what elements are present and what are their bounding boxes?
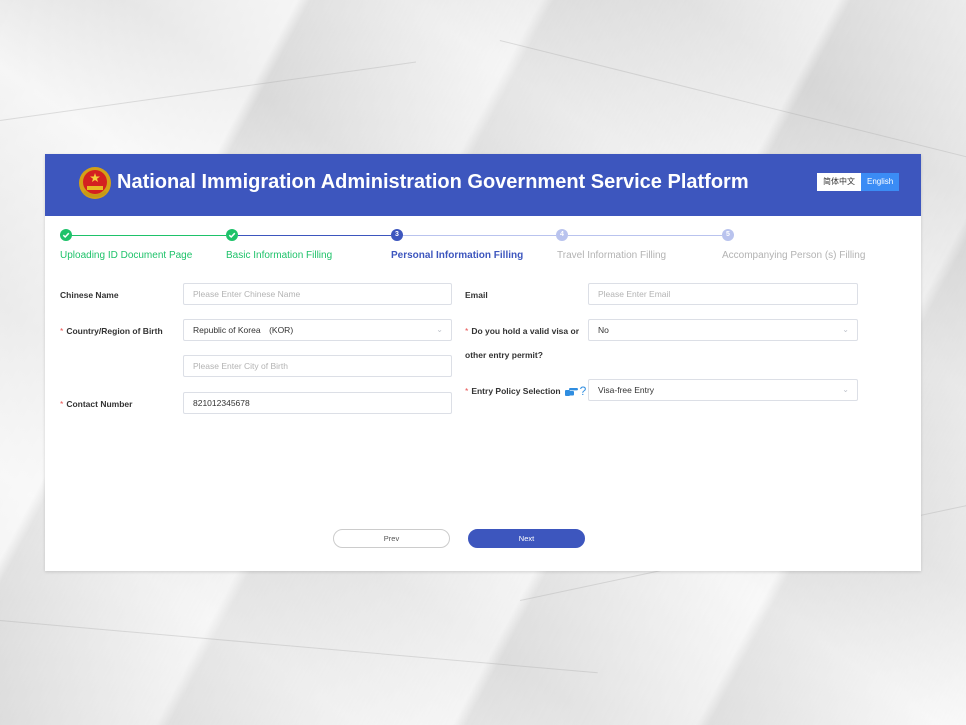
step-label-personal: Personal Information Filling bbox=[391, 250, 524, 261]
main-panel: National Immigration Administration Gove… bbox=[45, 154, 921, 571]
chevron-down-icon: ⌄ bbox=[842, 325, 849, 334]
national-emblem-icon bbox=[79, 167, 111, 199]
step-4-circle: 4 bbox=[556, 229, 568, 241]
language-switch: 简体中文 English bbox=[817, 173, 900, 191]
next-button[interactable]: Next bbox=[468, 529, 585, 548]
contact-number-label-text: Contact Number bbox=[66, 399, 133, 409]
check-icon bbox=[228, 232, 236, 239]
language-english-button[interactable]: English bbox=[861, 173, 900, 191]
step-connector bbox=[568, 235, 722, 236]
step-2-circle bbox=[226, 229, 238, 241]
app-header: National Immigration Administration Gove… bbox=[45, 154, 921, 216]
step-connector bbox=[238, 235, 391, 236]
birth-country-label-text: Country/Region of Birth bbox=[66, 326, 163, 336]
entry-policy-label: * Entry Policy Selection ? bbox=[465, 385, 587, 397]
birth-country-value: Republic of Korea (KOR) bbox=[193, 325, 294, 335]
entry-policy-value: Visa-free Entry bbox=[598, 385, 655, 395]
chevron-down-icon: ⌄ bbox=[436, 325, 443, 334]
app-title: National Immigration Administration Gove… bbox=[117, 171, 749, 193]
birth-country-select[interactable]: Republic of Korea (KOR) ⌄ bbox=[183, 319, 452, 341]
contact-number-label: * Contact Number bbox=[60, 399, 132, 409]
visa-value: No bbox=[598, 325, 609, 335]
step-connector bbox=[66, 235, 226, 236]
contact-number-input[interactable]: 821012345678 bbox=[183, 392, 452, 414]
step-label-basic: Basic Information Filling bbox=[226, 250, 333, 261]
visa-label: * Do you hold a valid visa or bbox=[465, 326, 579, 336]
visa-select[interactable]: No ⌄ bbox=[588, 319, 858, 341]
step-5-circle: 5 bbox=[722, 229, 734, 241]
entry-policy-label-text: Entry Policy Selection bbox=[471, 386, 561, 396]
chinese-name-placeholder: Please Enter Chinese Name bbox=[193, 289, 301, 299]
email-input[interactable]: Please Enter Email bbox=[588, 283, 858, 305]
step-label-upload: Uploading ID Document Page bbox=[60, 250, 193, 261]
step-3-circle: 3 bbox=[391, 229, 403, 241]
required-marker: * bbox=[60, 326, 64, 336]
step-label-travel: Travel Information Filling bbox=[557, 250, 667, 261]
visa-label-line1: Do you hold a valid visa or bbox=[471, 326, 580, 336]
email-placeholder: Please Enter Email bbox=[598, 289, 671, 299]
step-label-accompanying: Accompanying Person (s) Filling bbox=[722, 250, 866, 261]
language-chinese-button[interactable]: 简体中文 bbox=[817, 173, 861, 191]
required-marker: * bbox=[465, 326, 469, 336]
check-icon bbox=[62, 232, 70, 239]
help-icon[interactable]: ? bbox=[580, 385, 587, 397]
chevron-down-icon: ⌄ bbox=[842, 385, 849, 394]
visa-label-line2: other entry permit? bbox=[465, 350, 543, 360]
required-marker: * bbox=[60, 399, 64, 409]
contact-number-value: 821012345678 bbox=[193, 398, 250, 408]
email-label: Email bbox=[465, 290, 488, 300]
step-1-circle bbox=[60, 229, 72, 241]
required-marker: * bbox=[465, 386, 469, 396]
birth-city-placeholder: Please Enter City of Birth bbox=[193, 361, 288, 371]
chinese-name-label: Chinese Name bbox=[60, 290, 119, 300]
step-connector bbox=[403, 235, 556, 236]
chinese-name-input[interactable]: Please Enter Chinese Name bbox=[183, 283, 452, 305]
paper-crease bbox=[0, 61, 417, 121]
pointing-hand-icon bbox=[564, 387, 578, 396]
paper-crease bbox=[499, 40, 966, 162]
birth-city-input[interactable]: Please Enter City of Birth bbox=[183, 355, 452, 377]
paper-crease bbox=[0, 620, 598, 674]
entry-policy-select[interactable]: Visa-free Entry ⌄ bbox=[588, 379, 858, 401]
prev-button[interactable]: Prev bbox=[333, 529, 450, 548]
birth-country-label: * Country/Region of Birth bbox=[60, 326, 163, 336]
